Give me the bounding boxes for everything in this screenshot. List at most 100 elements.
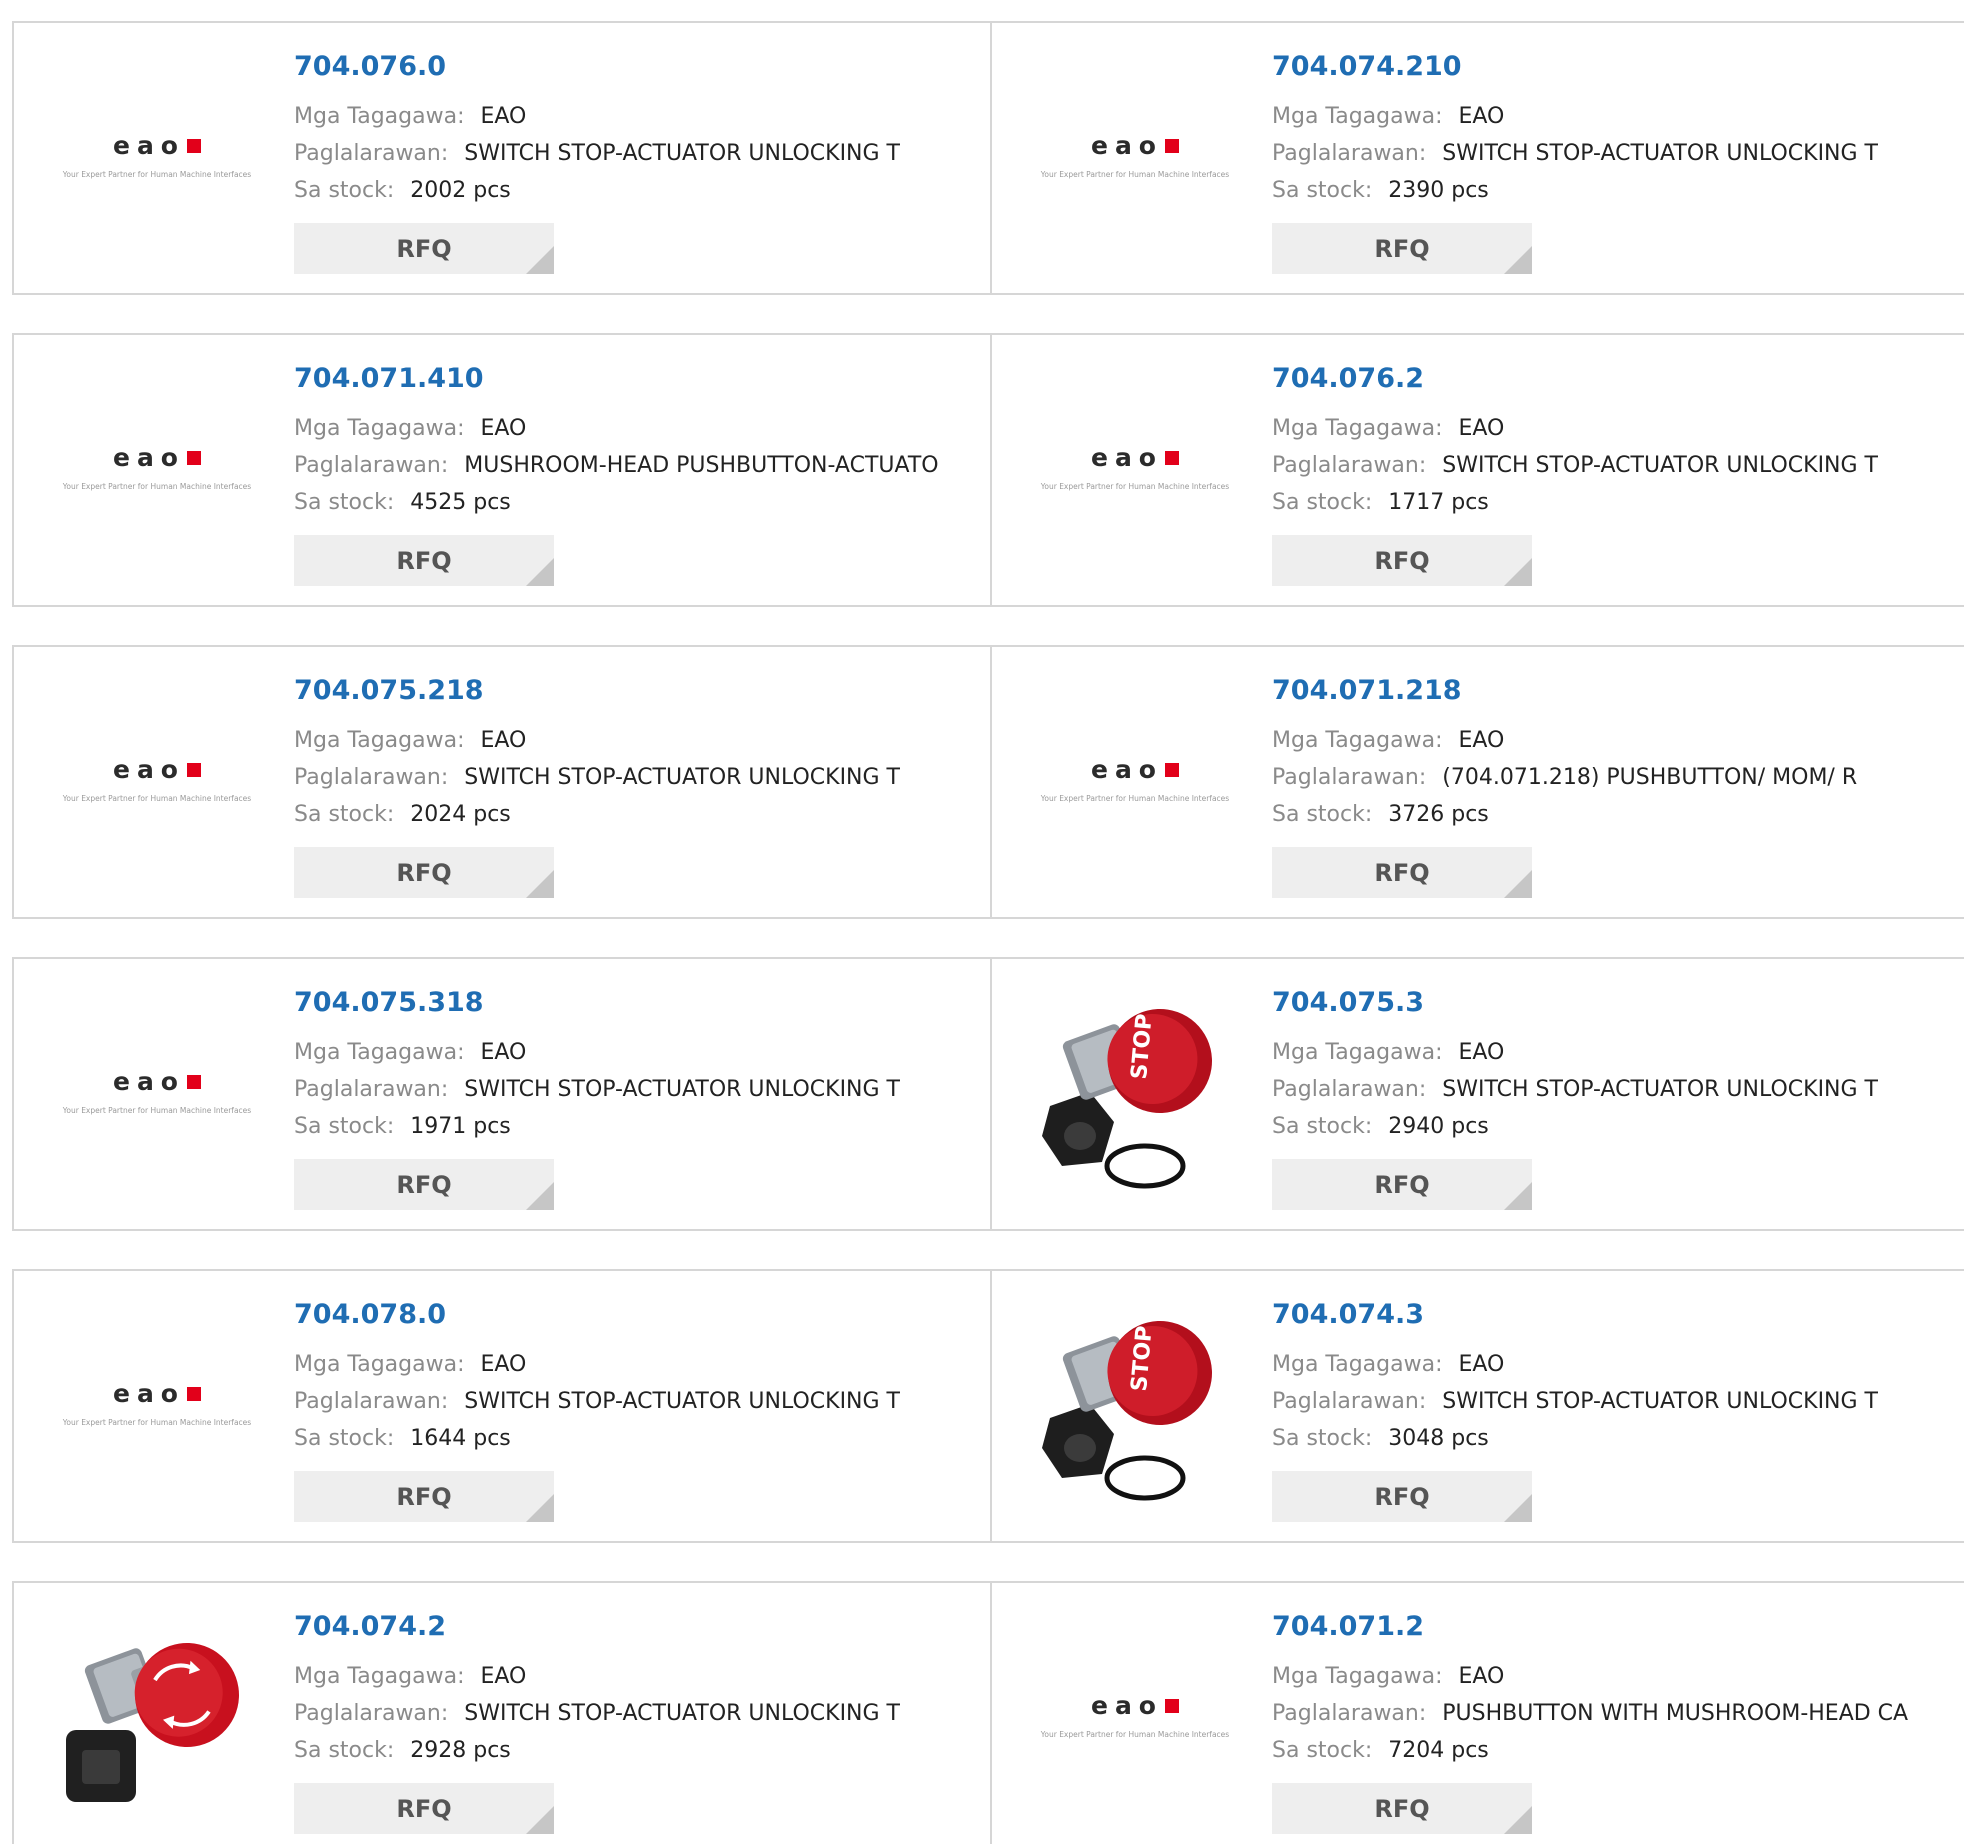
logo-square-icon (187, 762, 201, 777)
description-row: Paglalarawan: (704.071.218) PUSHBUTTON/ M… (1272, 765, 1857, 790)
eao-logo: eao Your Expert Partner for Human Machine… (52, 755, 262, 803)
rfq-button-label: RFQ (396, 1794, 452, 1823)
manufacturer-row: Mga Tagagawa: EAO (1272, 416, 1504, 441)
rfq-button[interactable]: RFQ (1272, 1783, 1532, 1834)
logo-tagline: Your Expert Partner for Human Machine In… (1040, 1730, 1230, 1739)
stock-value: 4525 pcs (410, 490, 511, 515)
manufacturer-value: EAO (1458, 416, 1505, 441)
logo-wordmark: eao (113, 1379, 201, 1408)
stock-value: 3726 pcs (1388, 802, 1489, 827)
logo-wordmark: eao (113, 443, 201, 472)
product-image[interactable]: eao Your Expert Partner for Human Machine… (1030, 1610, 1240, 1820)
logo-tagline: Your Expert Partner for Human Machine In… (62, 170, 252, 179)
product-image[interactable] (52, 1610, 262, 1820)
logo-word-text: eao (112, 131, 185, 160)
stock-row: Sa stock: 2002 pcs (294, 178, 511, 203)
stop-button-image-svg: STOP (1042, 1321, 1212, 1501)
rfq-corner-icon (526, 1494, 554, 1522)
stock-row: Sa stock: 2940 pcs (1272, 1114, 1489, 1139)
rfq-corner-icon (526, 558, 554, 586)
part-number-link[interactable]: 704.075.3 (1272, 987, 1424, 1018)
product-image[interactable]: STOP (1030, 986, 1240, 1196)
manufacturer-label: Mga Tagagawa: (294, 416, 465, 441)
product-card: eao Your Expert Partner for Human Machine… (992, 23, 1964, 293)
description-row: Paglalarawan: PUSHBUTTON WITH MUSHROOM-HE… (1272, 1701, 1908, 1726)
product-image[interactable]: eao Your Expert Partner for Human Machine… (52, 1298, 262, 1508)
part-number-link[interactable]: 704.078.0 (294, 1299, 446, 1330)
product-image[interactable]: eao Your Expert Partner for Human Machine… (1030, 362, 1240, 572)
logo-wordmark: eao (1091, 443, 1179, 472)
rfq-button[interactable]: RFQ (294, 535, 554, 586)
description-label: Paglalarawan: (294, 765, 449, 790)
manufacturer-label: Mga Tagagawa: (294, 1352, 465, 1377)
description-label: Paglalarawan: (294, 453, 449, 478)
description-value: SWITCH STOP-ACTUATOR UNLOCKING T (464, 765, 900, 790)
logo-word-text: eao (112, 755, 185, 784)
logo-square-icon (1165, 762, 1179, 777)
description-value: SWITCH STOP-ACTUATOR UNLOCKING T (464, 141, 900, 166)
manufacturer-label: Mga Tagagawa: (294, 728, 465, 753)
rfq-corner-icon (526, 1806, 554, 1834)
product-image[interactable]: eao Your Expert Partner for Human Machine… (52, 362, 262, 572)
logo-tagline: Your Expert Partner for Human Machine In… (1040, 482, 1230, 491)
part-number-link[interactable]: 704.076.2 (1272, 363, 1424, 394)
stock-label: Sa stock: (1272, 1114, 1373, 1139)
part-number-link[interactable]: 704.076.0 (294, 51, 446, 82)
product-grid: eao Your Expert Partner for Human Machine… (0, 0, 1964, 1846)
rfq-button[interactable]: RFQ (1272, 535, 1532, 586)
manufacturer-label: Mga Tagagawa: (1272, 728, 1443, 753)
part-number-link[interactable]: 704.074.2 (294, 1611, 446, 1642)
part-number-link[interactable]: 704.075.218 (294, 675, 484, 706)
manufacturer-label: Mga Tagagawa: (1272, 1352, 1443, 1377)
stock-value: 2928 pcs (410, 1738, 511, 1763)
manufacturer-value: EAO (1458, 728, 1505, 753)
description-row: Paglalarawan: SWITCH STOP-ACTUATOR UNLOCK… (294, 765, 900, 790)
stock-value: 2002 pcs (410, 178, 511, 203)
description-label: Paglalarawan: (1272, 453, 1427, 478)
product-image[interactable]: eao Your Expert Partner for Human Machine… (1030, 674, 1240, 884)
logo-wordmark: eao (1091, 755, 1179, 784)
description-label: Paglalarawan: (294, 141, 449, 166)
rfq-button[interactable]: RFQ (1272, 847, 1532, 898)
product-image[interactable]: eao Your Expert Partner for Human Machine… (1030, 50, 1240, 260)
logo-square-icon (187, 1074, 201, 1089)
manufacturer-row: Mga Tagagawa: EAO (1272, 1352, 1504, 1377)
part-number-link[interactable]: 704.074.210 (1272, 51, 1462, 82)
product-image[interactable]: eao Your Expert Partner for Human Machine… (52, 50, 262, 260)
description-label: Paglalarawan: (1272, 765, 1427, 790)
part-number-link[interactable]: 704.074.3 (1272, 1299, 1424, 1330)
eao-logo: eao Your Expert Partner for Human Machine… (52, 1067, 262, 1115)
part-number-link[interactable]: 704.071.2 (1272, 1611, 1424, 1642)
stock-label: Sa stock: (1272, 1426, 1373, 1451)
stock-row: Sa stock: 7204 pcs (1272, 1738, 1489, 1763)
logo-word-text: eao (112, 1067, 185, 1096)
rfq-button[interactable]: RFQ (294, 1783, 554, 1834)
description-value: PUSHBUTTON WITH MUSHROOM-HEAD CA (1442, 1701, 1909, 1726)
manufacturer-row: Mga Tagagawa: EAO (1272, 1040, 1504, 1065)
stop-button-image-svg: STOP (1042, 1009, 1212, 1189)
logo-square-icon (187, 1386, 201, 1401)
product-image[interactable]: STOP (1030, 1298, 1240, 1508)
part-number-link[interactable]: 704.071.410 (294, 363, 484, 394)
product-image[interactable]: eao Your Expert Partner for Human Machine… (52, 986, 262, 1196)
description-row: Paglalarawan: SWITCH STOP-ACTUATOR UNLOCK… (1272, 141, 1878, 166)
product-image[interactable]: eao Your Expert Partner for Human Machine… (52, 674, 262, 884)
part-number-link[interactable]: 704.071.218 (1272, 675, 1462, 706)
rfq-button[interactable]: RFQ (294, 1471, 554, 1522)
logo-word-text: eao (112, 1379, 185, 1408)
description-label: Paglalarawan: (294, 1389, 449, 1414)
description-row: Paglalarawan: SWITCH STOP-ACTUATOR UNLOCK… (1272, 1389, 1878, 1414)
rfq-button[interactable]: RFQ (294, 223, 554, 274)
rfq-button[interactable]: RFQ (1272, 1159, 1532, 1210)
stock-value: 7204 pcs (1388, 1738, 1489, 1763)
description-value: SWITCH STOP-ACTUATOR UNLOCKING T (464, 1077, 900, 1102)
rfq-button[interactable]: RFQ (294, 1159, 554, 1210)
logo-square-icon (187, 450, 201, 465)
stock-label: Sa stock: (1272, 802, 1373, 827)
description-value: SWITCH STOP-ACTUATOR UNLOCKING T (1442, 1389, 1878, 1414)
rfq-button-label: RFQ (1374, 858, 1430, 887)
rfq-button[interactable]: RFQ (1272, 223, 1532, 274)
rfq-button[interactable]: RFQ (1272, 1471, 1532, 1522)
rfq-button[interactable]: RFQ (294, 847, 554, 898)
part-number-link[interactable]: 704.075.318 (294, 987, 484, 1018)
